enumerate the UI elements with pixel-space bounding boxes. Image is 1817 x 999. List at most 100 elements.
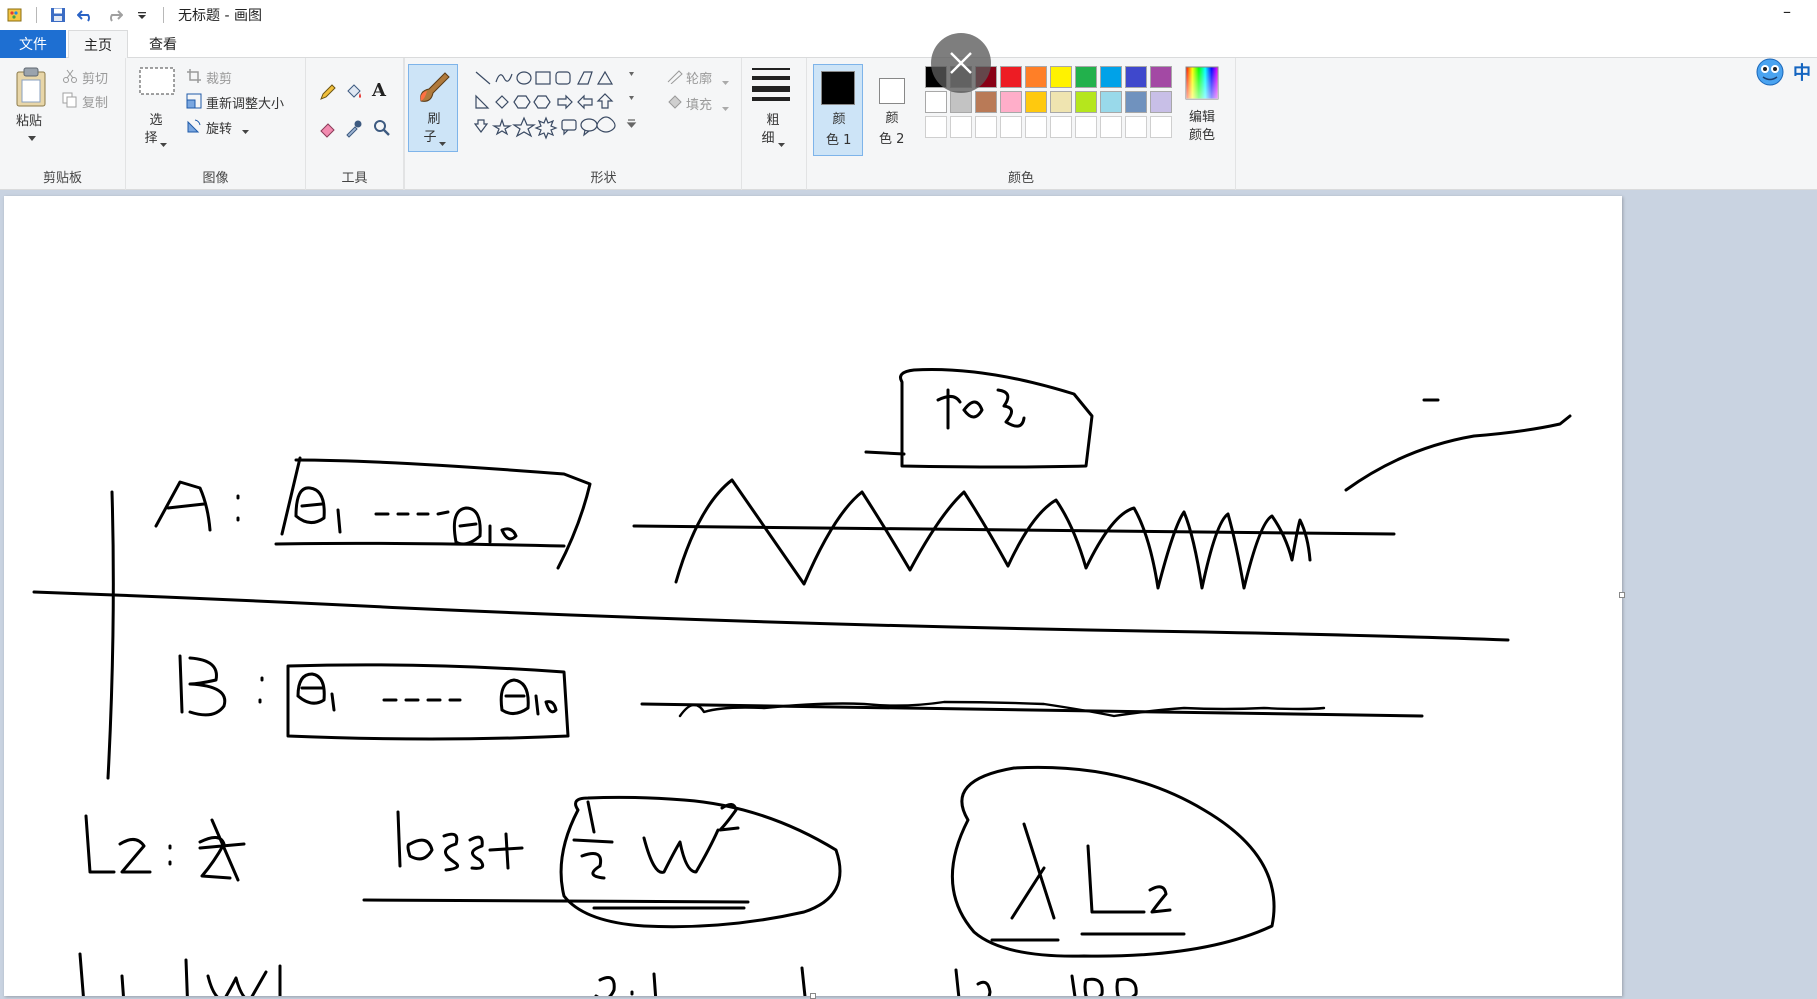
- brushes-button[interactable]: 刷 子: [408, 64, 458, 152]
- drawing-ellipse-right: [951, 765, 1276, 958]
- palette-swatch-1-10[interactable]: [1150, 66, 1172, 88]
- palette-swatch-1-4[interactable]: [1000, 66, 1022, 88]
- save-icon[interactable]: [47, 4, 69, 26]
- copy-button[interactable]: 复制: [82, 92, 108, 111]
- customize-dropdown-icon[interactable]: [131, 4, 153, 26]
- palette-swatch-1-5[interactable]: [1025, 66, 1047, 88]
- drawing-l2-label: [84, 814, 152, 874]
- color2-button[interactable]: 颜 色 2: [867, 64, 917, 156]
- palette-swatch-2-3[interactable]: [975, 91, 997, 113]
- crop-button[interactable]: 裁剪: [206, 68, 232, 87]
- select-dropdown-icon[interactable]: [160, 137, 167, 152]
- redo-icon[interactable]: [103, 4, 125, 26]
- brushes-label-2: 子: [423, 130, 437, 145]
- drawing-half-fraction: [572, 800, 614, 880]
- rotate-dropdown-icon[interactable]: [242, 124, 249, 139]
- text-tool-icon[interactable]: A: [372, 80, 386, 101]
- palette-swatch-3-7[interactable]: [1075, 116, 1097, 138]
- drawing-canvas[interactable]: [4, 196, 1625, 999]
- color1-swatch: [821, 71, 855, 105]
- shapes-gallery[interactable]: [473, 68, 644, 144]
- paste-button[interactable]: [14, 66, 48, 112]
- drawing-l2-struck: [198, 818, 246, 882]
- ime-language-label: 中: [1793, 63, 1811, 84]
- size-button[interactable]: [750, 66, 792, 106]
- palette-swatch-2-4[interactable]: [1000, 91, 1022, 113]
- palette-swatch-2-8[interactable]: [1100, 91, 1122, 113]
- ime-indicator[interactable]: 中: [1753, 56, 1811, 88]
- palette-swatch-3-1[interactable]: [925, 116, 947, 138]
- size-dropdown-icon[interactable]: [778, 137, 785, 152]
- color2-label-2: 色 2: [879, 132, 905, 147]
- resize-button[interactable]: 重新调整大小: [206, 93, 284, 112]
- paste-dropdown-icon[interactable]: [28, 131, 36, 146]
- colors-group-label: 颜色: [1007, 171, 1034, 186]
- select-label-2: 择: [144, 131, 158, 146]
- palette-swatch-3-5[interactable]: [1025, 116, 1047, 138]
- drawing-theta10-b: [499, 678, 558, 716]
- color1-label-2: 色 1: [826, 133, 852, 148]
- palette-swatch-2-10[interactable]: [1150, 91, 1172, 113]
- tools-group: A 工具: [306, 58, 404, 190]
- palette-swatch-3-10[interactable]: [1150, 116, 1172, 138]
- canvas-resize-handle-right[interactable]: [1619, 592, 1625, 598]
- palette-swatch-3-6[interactable]: [1050, 116, 1072, 138]
- minimize-button[interactable]: –: [1783, 2, 1791, 21]
- palette-swatch-2-9[interactable]: [1125, 91, 1147, 113]
- brushes-label-1: 刷: [427, 112, 441, 127]
- eraser-icon[interactable]: [318, 118, 338, 142]
- fill-button[interactable]: 填充: [686, 94, 712, 113]
- magnifier-icon[interactable]: [372, 118, 392, 142]
- palette-swatch-2-6[interactable]: [1050, 91, 1072, 113]
- clipboard-group: 粘贴 剪切 复制 剪贴板: [0, 58, 126, 190]
- rotate-button[interactable]: 旋转: [206, 118, 232, 137]
- outline-button[interactable]: 轮廓: [686, 68, 712, 87]
- tab-home[interactable]: 主页: [68, 30, 128, 59]
- edit-colors-label-2: 颜色: [1189, 128, 1216, 143]
- palette-swatch-2-2[interactable]: [950, 91, 972, 113]
- fill-dropdown-icon[interactable]: [722, 101, 729, 116]
- brushes-dropdown-icon[interactable]: [439, 136, 446, 151]
- palette-swatch-2-1[interactable]: [925, 91, 947, 113]
- brushes-group-spacer: [404, 58, 405, 190]
- fill-bucket-icon[interactable]: [344, 82, 364, 106]
- drawing-box-b: [286, 663, 570, 741]
- color2-swatch: [879, 78, 905, 104]
- image-group: 选 择 裁剪 重新调整大小 旋转 图像: [126, 58, 306, 190]
- outline-dropdown-icon[interactable]: [722, 75, 729, 90]
- canvas-resize-handle-bottom[interactable]: [810, 993, 816, 999]
- window-title: 无标题 - 画图: [178, 8, 262, 24]
- tab-file[interactable]: 文件: [0, 30, 66, 58]
- palette-swatch-2-5[interactable]: [1025, 91, 1047, 113]
- drawing-abs-w: [184, 958, 282, 999]
- select-button[interactable]: [138, 66, 176, 102]
- palette-swatch-1-9[interactable]: [1125, 66, 1147, 88]
- palette-swatch-1-8[interactable]: [1100, 66, 1122, 88]
- edit-colors-label-1: 编辑: [1189, 110, 1216, 125]
- palette-swatch-1-6[interactable]: [1050, 66, 1072, 88]
- paste-label: 粘贴: [16, 114, 43, 129]
- palette-swatch-3-2[interactable]: [950, 116, 972, 138]
- undo-icon[interactable]: [75, 4, 97, 26]
- color-picker-icon[interactable]: [344, 118, 364, 142]
- palette-swatch-1-7[interactable]: [1075, 66, 1097, 88]
- palette-swatch-3-8[interactable]: [1100, 116, 1122, 138]
- quick-access-separator-2: [163, 7, 164, 23]
- ribbon: 粘贴 剪切 复制 剪贴板 选 择 裁剪 重新调整大小 旋转 图像 A 工具 刷 …: [0, 58, 1817, 190]
- drawing-plus: [488, 832, 524, 870]
- canvas-workspace: [0, 190, 1817, 999]
- tab-view[interactable]: 查看: [130, 30, 196, 58]
- drawing-letter-a: [154, 480, 212, 532]
- drawing-superscript-2: [718, 803, 740, 832]
- paint-app-icon[interactable]: [4, 4, 26, 26]
- palette-swatch-2-7[interactable]: [1075, 91, 1097, 113]
- close-overlay-button[interactable]: [931, 33, 991, 93]
- palette-swatch-3-3[interactable]: [975, 116, 997, 138]
- color1-button[interactable]: 颜 色 1: [813, 64, 863, 156]
- palette-swatch-3-4[interactable]: [1000, 116, 1022, 138]
- cut-button[interactable]: 剪切: [82, 68, 108, 87]
- drawing-ellipse-underline: [990, 932, 1186, 942]
- edit-colors-button[interactable]: [1185, 66, 1219, 104]
- pencil-icon[interactable]: [318, 82, 338, 106]
- palette-swatch-3-9[interactable]: [1125, 116, 1147, 138]
